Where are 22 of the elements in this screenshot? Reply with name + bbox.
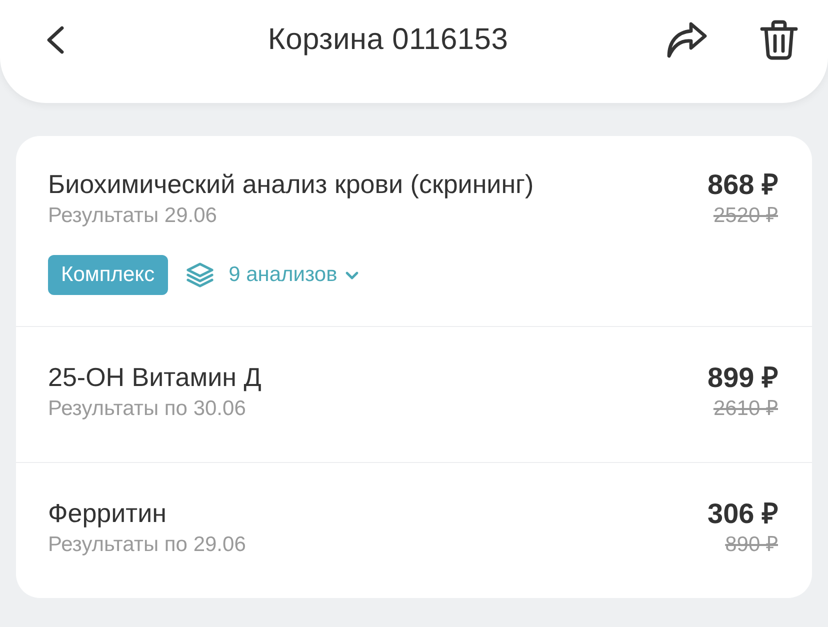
old-price: 2520 ₽ — [713, 203, 778, 229]
old-price: 890 ₽ — [725, 532, 778, 558]
test-name: Биохимический анализ крови (скрининг) — [48, 168, 534, 201]
results-date: Результаты по 29.06 — [48, 532, 246, 558]
complex-badge: Комплекс — [48, 255, 168, 295]
price: 899 ₽ — [708, 361, 778, 395]
price: 868 ₽ — [708, 168, 778, 202]
test-name: Ферритин — [48, 497, 166, 530]
chevron-left-icon — [45, 24, 65, 54]
layers-icon — [186, 262, 214, 288]
share-arrow-icon — [666, 20, 708, 58]
results-date: Результаты по 30.06 — [48, 396, 246, 422]
share-button[interactable] — [666, 20, 708, 58]
cart-title: Корзина 0116153 — [266, 22, 510, 56]
analyses-toggle[interactable]: 9 анализов — [228, 263, 360, 287]
test-name: 25-ОН Витамин Д — [48, 361, 262, 394]
old-price: 2610 ₽ — [713, 396, 778, 422]
delete-button[interactable] — [760, 20, 798, 60]
results-date: Результаты 29.06 — [48, 203, 217, 229]
price: 306 ₽ — [708, 497, 778, 531]
chevron-down-icon — [345, 270, 360, 280]
trash-icon — [760, 20, 798, 60]
